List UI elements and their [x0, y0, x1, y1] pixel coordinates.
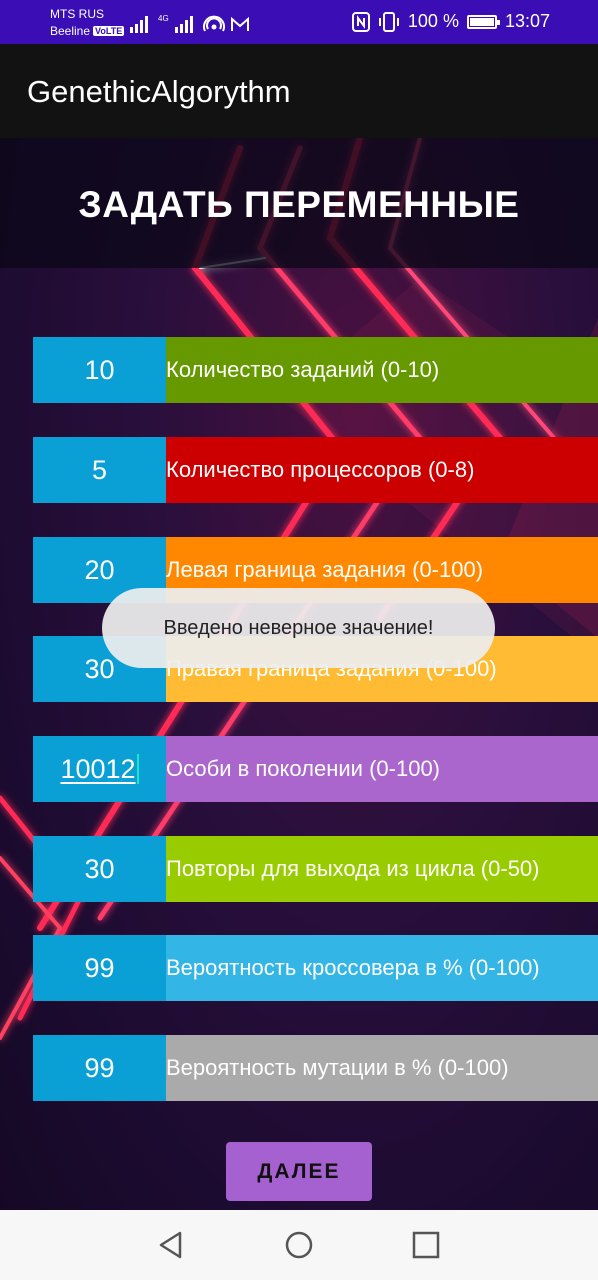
network-type: 4G [158, 14, 169, 23]
status-right: 100 % 13:07 [351, 11, 550, 32]
mutation-probability-label: Вероятность мутации в % (0-100) [166, 1035, 598, 1101]
crossover-probability-label: Вероятность кроссовера в % (0-100) [166, 935, 598, 1001]
param-row-mutation-probability: 99 Вероятность мутации в % (0-100) [33, 1035, 598, 1101]
crossover-probability-input[interactable]: 99 [33, 935, 166, 1001]
recents-icon[interactable] [411, 1230, 441, 1260]
exit-repeats-input[interactable]: 30 [33, 836, 166, 902]
processors-count-label: Количество процессоров (0-8) [166, 437, 598, 503]
volte-badge: VoLTE [93, 26, 125, 36]
population-size-input[interactable]: 10012 [33, 736, 166, 802]
carrier-2: Beeline VoLTE [50, 24, 125, 38]
clock: 13:07 [504, 11, 550, 31]
param-row-tasks-count: 10 Количество заданий (0-10) [33, 337, 598, 403]
param-row-exit-repeats: 30 Повторы для выхода из цикла (0-50) [33, 836, 598, 902]
population-size-label: Особи в поколении (0-100) [166, 736, 598, 802]
nfc-icon [351, 11, 370, 32]
vibrate-icon [378, 11, 399, 32]
app-title: GenethicAlgorythm [27, 74, 291, 109]
carrier-1: MTS RUS [50, 7, 104, 21]
text-caret [136, 754, 139, 784]
param-row-processors-count: 5 Количество процессоров (0-8) [33, 437, 598, 503]
battery-percent: 100 % [407, 11, 459, 31]
param-row-population-size: 10012 Особи в поколении (0-100) [33, 736, 598, 802]
mutation-probability-input[interactable]: 99 [33, 1035, 166, 1101]
battery-icon [466, 14, 500, 29]
back-icon[interactable] [156, 1230, 186, 1260]
signal-icon [130, 16, 148, 33]
processors-count-input[interactable]: 5 [33, 437, 166, 503]
home-icon[interactable] [284, 1230, 314, 1260]
param-row-crossover-probability: 99 Вероятность кроссовера в % (0-100) [33, 935, 598, 1001]
mail-icon [230, 17, 249, 31]
next-button[interactable]: ДАЛЕЕ [226, 1142, 372, 1201]
status-bar: MTS RUS Beeline VoLTE 4G 100 % 13:07 [0, 0, 598, 44]
hotspot-icon [202, 15, 225, 32]
error-toast: Введено неверное значение! [102, 588, 495, 668]
tasks-count-input[interactable]: 10 [33, 337, 166, 403]
signal-icons: 4G [130, 11, 249, 33]
tasks-count-label: Количество заданий (0-10) [166, 337, 598, 403]
screen-title: ЗАДАТЬ ПЕРЕМЕННЫЕ [78, 184, 520, 225]
population-size-value: 10012 [60, 753, 136, 784]
navigation-bar [0, 1210, 598, 1280]
exit-repeats-label: Повторы для выхода из цикла (0-50) [166, 836, 598, 902]
signal-icon [174, 16, 193, 33]
app-bar: GenethicAlgorythm [0, 44, 598, 138]
